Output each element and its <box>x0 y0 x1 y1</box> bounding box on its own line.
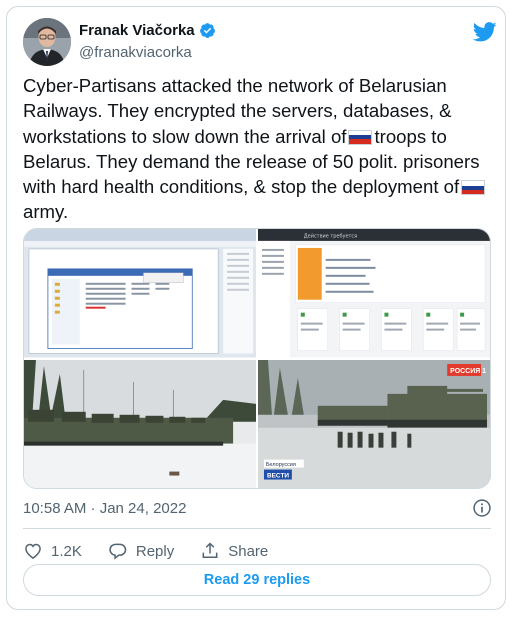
share-label: Share <box>228 542 269 560</box>
heart-icon <box>25 543 41 559</box>
tv-channel-badge: РОССИЯ 1 <box>450 367 486 374</box>
media-image-file-explorer[interactable] <box>24 229 256 358</box>
russia-flag-icon <box>348 129 373 145</box>
action-bar: 1.2K Reply Share <box>23 538 294 564</box>
media-grid: Действие требуется РОССИЯ 1 Белоруссия В… <box>23 228 491 489</box>
reply-button[interactable]: Reply <box>108 541 174 561</box>
dashboard-heading: Действие требуется <box>304 232 357 239</box>
divider <box>23 528 491 529</box>
reply-bubble-icon <box>109 543 127 560</box>
tweet-text: Cyber-Partisans attacked the network of … <box>23 73 495 225</box>
author-name[interactable]: Franak Viačorka <box>79 22 195 39</box>
media-image-military-train[interactable] <box>24 359 256 488</box>
russia-flag-icon <box>461 180 486 196</box>
reply-label: Reply <box>135 542 175 560</box>
share-icon <box>202 542 218 558</box>
verified-badge-icon <box>199 23 215 38</box>
read-replies-button[interactable]: Read 29 replies <box>23 564 491 596</box>
tv-news-logo: ВЕСТИ <box>267 472 289 479</box>
avatar[interactable] <box>23 18 71 66</box>
info-icon[interactable] <box>472 498 492 518</box>
tweet-card: Franak Viačorka @franakviacorka Cyber-Pa… <box>6 6 506 610</box>
media-image-tv-news[interactable]: РОССИЯ 1 Белоруссия ВЕСТИ <box>258 359 490 488</box>
twitter-bird-icon[interactable] <box>473 22 497 42</box>
tweet-text-part-3: army. <box>23 201 69 223</box>
tweet-timestamp[interactable]: 10:58 AM · Jan 24, 2022 <box>23 500 186 517</box>
media-image-dashboard[interactable]: Действие требуется <box>258 229 490 358</box>
tv-caption: Белоруссия <box>266 462 296 468</box>
like-button[interactable]: 1.2K <box>23 541 82 561</box>
author-handle[interactable]: @franakviacorka <box>79 44 192 61</box>
share-button[interactable]: Share <box>200 541 268 561</box>
like-count: 1.2K <box>51 542 82 560</box>
